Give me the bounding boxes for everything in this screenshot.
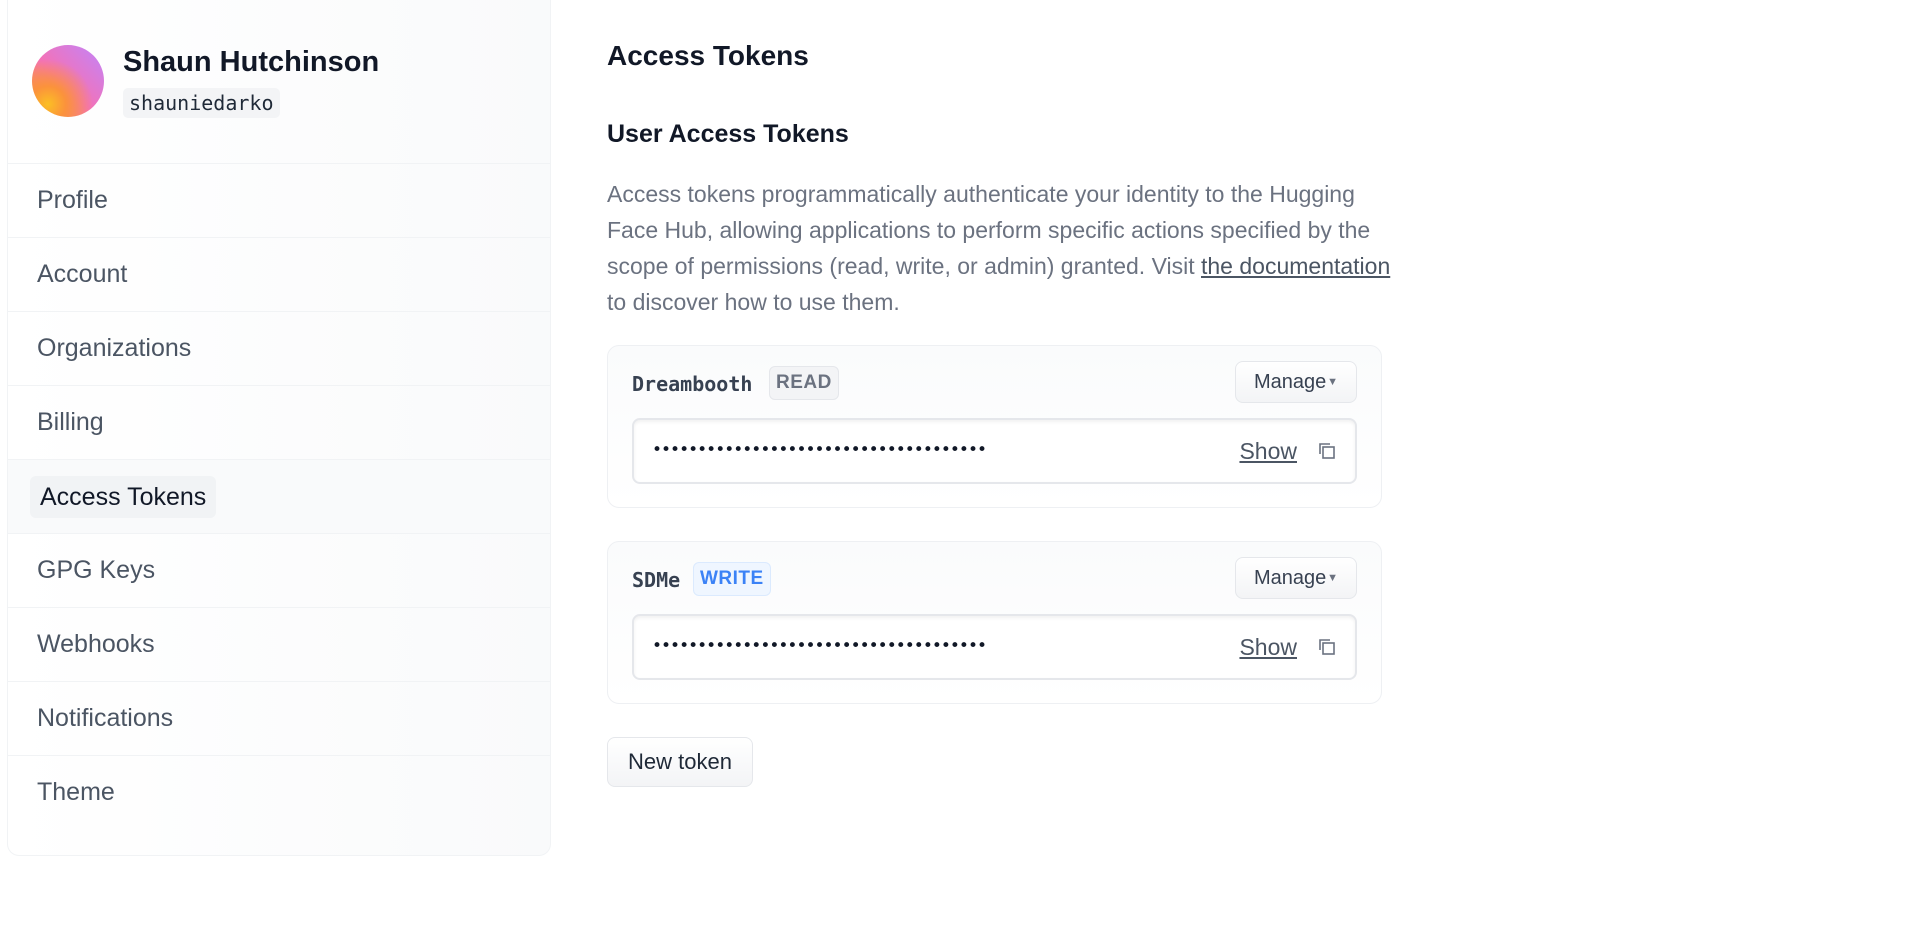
description-text-end: to discover how to use them. (607, 289, 900, 315)
copy-icon[interactable] (1317, 637, 1337, 657)
token-masked-value: ••••••••••••••••••••••••••••••••••••• (652, 636, 987, 656)
sidebar-item-access-tokens[interactable]: Access Tokens (8, 460, 550, 534)
token-card: Dreambooth READ Manage ▼ •••••••••••••••… (607, 345, 1382, 508)
sidebar-item-organizations[interactable]: Organizations (8, 312, 550, 386)
tokens-description: Access tokens programmatically authentic… (607, 176, 1392, 320)
sidebar-item-label: Access Tokens (30, 476, 217, 518)
show-token-button[interactable]: Show (1239, 436, 1297, 466)
token-name: Dreambooth (632, 372, 753, 396)
sidebar-item-label: Account (37, 260, 128, 288)
sidebar-item-gpg-keys[interactable]: GPG Keys (8, 534, 550, 608)
token-role-badge: WRITE (693, 562, 771, 596)
manage-label: Manage (1254, 371, 1327, 393)
manage-token-button[interactable]: Manage ▼ (1235, 557, 1357, 599)
show-token-button[interactable]: Show (1239, 632, 1297, 662)
sidebar-item-label: GPG Keys (37, 556, 156, 584)
sidebar-item-webhooks[interactable]: Webhooks (8, 608, 550, 682)
copy-icon[interactable] (1317, 441, 1337, 461)
sidebar-item-account[interactable]: Account (8, 238, 550, 312)
sidebar-item-label: Profile (37, 186, 108, 214)
sidebar-item-notifications[interactable]: Notifications (8, 682, 550, 756)
caret-down-icon: ▼ (1327, 376, 1338, 388)
sidebar-item-billing[interactable]: Billing (8, 386, 550, 460)
token-value-field[interactable]: ••••••••••••••••••••••••••••••••••••• Sh… (632, 614, 1357, 680)
sidebar-item-label: Billing (37, 408, 104, 436)
sidebar-item-label: Notifications (37, 704, 174, 732)
sidebar-item-label: Organizations (37, 334, 192, 362)
user-header: Shaun Hutchinson shauniedarko (8, 0, 550, 164)
documentation-link[interactable]: the documentation (1201, 253, 1390, 279)
caret-down-icon: ▼ (1327, 572, 1338, 584)
user-name: Shaun Hutchinson (123, 46, 380, 78)
sidebar-item-theme[interactable]: Theme (8, 756, 550, 829)
sidebar-item-label: Webhooks (37, 630, 155, 658)
manage-label: Manage (1254, 567, 1327, 589)
section-title: User Access Tokens (607, 120, 849, 148)
new-token-button[interactable]: New token (607, 737, 753, 787)
settings-sidebar: Shaun Hutchinson shauniedarko Profile Ac… (7, 0, 551, 856)
manage-token-button[interactable]: Manage ▼ (1235, 361, 1357, 403)
avatar (32, 45, 104, 117)
token-role-badge: READ (769, 366, 839, 400)
sidebar-item-profile[interactable]: Profile (8, 164, 550, 238)
user-handle: shauniedarko (123, 88, 280, 118)
settings-nav: Profile Account Organizations Billing Ac… (8, 164, 550, 829)
sidebar-item-label: Theme (37, 778, 115, 806)
token-name: SDMe (632, 568, 681, 592)
page-title: Access Tokens (607, 40, 809, 71)
token-value-field[interactable]: ••••••••••••••••••••••••••••••••••••• Sh… (632, 418, 1357, 484)
token-card: SDMe WRITE Manage ▼ ••••••••••••••••••••… (607, 541, 1382, 704)
token-masked-value: ••••••••••••••••••••••••••••••••••••• (652, 440, 987, 460)
